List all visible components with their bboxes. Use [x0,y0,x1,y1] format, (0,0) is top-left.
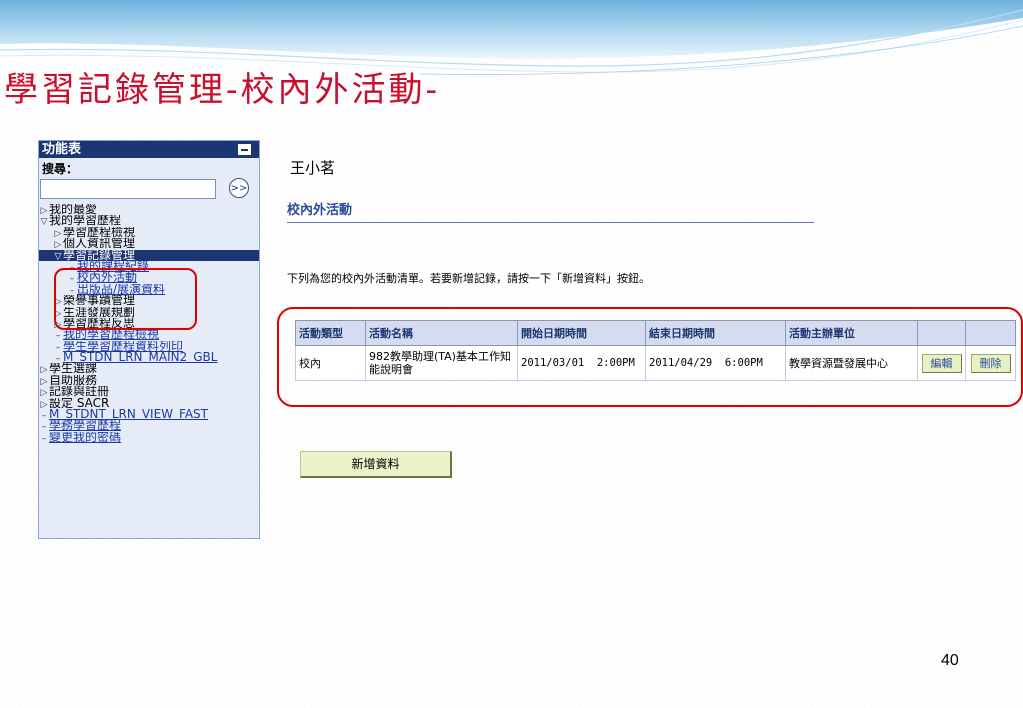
sidebar-item-label: 個人資訊管理 [63,238,136,250]
sidebar-item[interactable]: ▷ 學生選課 [39,363,259,374]
cell-delete: 刪除 [965,345,1016,381]
sidebar-item[interactable]: ▷ 榮譽事蹟管理 [39,295,259,306]
search-row: >> [39,176,259,202]
sidebar-item[interactable]: ▷ 學習歷程反思 [39,318,259,329]
header-start[interactable]: 開始日期時間 [517,320,646,346]
activities-table: 活動類型 活動名稱 開始日期時間 結束日期時間 活動主辦單位 校內 982教學助… [295,320,1016,381]
cell-type: 校內 [295,345,366,381]
sidebar-item-label: 我的最愛 [49,204,98,216]
header-type[interactable]: 活動類型 [295,320,366,346]
sidebar-item-label: 學習記錄管理 [63,249,136,261]
sidebar-item-label: 學習歷程檢視 [63,226,136,239]
dash-icon: – [41,433,47,444]
collapsed-arrow-icon: ▷ [54,297,62,307]
sidebar-item-label: 我的學習歷程檢視 [63,329,160,341]
sidebar-item[interactable]: ▽ 我的學習歷程 [39,215,259,226]
cell-organizer: 教學資源暨發展中心 [785,345,918,381]
sidebar-item[interactable]: – 出版品/展演資料 [39,284,259,295]
delete-button[interactable]: 刪除 [970,353,1011,373]
sidebar-item-label: 出版品/展演資料 [77,283,166,296]
sidebar-item[interactable]: ▷ 學習歷程檢視 [39,227,259,238]
sidebar-item[interactable]: – 我的學習歷程檢視 [39,329,259,340]
dash-icon: – [41,411,47,421]
collapsed-arrow-icon: ▷ [54,240,62,250]
table-row: 校內 982教學助理(TA)基本工作知能說明會 2011/03/01 2:00P… [295,345,1016,381]
sidebar-item-label: 學生學習歷程資料列印 [63,340,184,353]
cell-start: 2011/03/01 2:00PM [517,345,646,381]
dash-icon: – [69,274,75,284]
sidebar-item[interactable]: – M_STDNT_LRN_VIEW_FAST [39,409,259,420]
sidebar-item[interactable]: ▷ 個人資訊管理 [39,238,259,249]
sidebar-item-label: 生涯發展規劃 [63,306,136,318]
expanded-arrow-icon: ▽ [40,217,48,227]
menu-tree: ▷ 我的最愛 ▽ 我的學習歷程 ▷ 學習歷程檢視 ▷ 個人資訊管理 ▽ 學習記錄管理 – 我的課程紀錄… [39,204,259,443]
cell-edit: 編輯 [917,345,966,381]
sidebar-item-label: 自助服務 [49,374,98,387]
sidebar-item[interactable]: ▷ 設定 SACR [39,398,259,409]
sidebar-item[interactable]: ▽ 學習記錄管理 [39,249,259,261]
minimize-icon[interactable] [238,144,251,155]
dash-icon: – [55,354,61,364]
search-go-icon[interactable]: >> [229,178,249,198]
sidebar-item-label: M_STDN_LRN_MAIN2_GBL [63,352,218,364]
header-organizer[interactable]: 活動主辦單位 [785,320,918,346]
instruction-text: 下列為您的校內外活動清單。若要新增記錄，請按一下「新增資料」按鈕。 [287,272,650,285]
sidebar-item[interactable]: – 學生學習歷程資料列印 [39,341,259,352]
sidebar-item-label: 榮譽事蹟管理 [63,295,136,307]
search-label: 搜尋： [42,162,79,176]
section-divider [287,222,814,223]
cell-name: 982教學助理(TA)基本工作知能說明會 [365,345,518,381]
edit-button[interactable]: 編輯 [921,353,962,373]
expanded-arrow-icon: ▽ [54,251,62,261]
sidebar-item-label: 變更我的密碼 [49,431,122,444]
sidebar-item-label: 學習歷程反思 [63,317,136,330]
dash-icon: – [69,285,75,296]
dash-icon: – [41,422,47,432]
header-name[interactable]: 活動名稱 [365,320,518,346]
sidebar-item-label: 學生選課 [49,363,98,375]
dash-icon: – [69,262,75,273]
slide-title: 學習記錄管理-校內外活動- [4,70,440,110]
header-end[interactable]: 結束日期時間 [645,320,786,346]
sidebar-item-label: 我的學習歷程 [49,215,122,227]
search-input[interactable] [40,179,216,199]
menu-header: 功能表 [39,141,259,158]
add-record-button[interactable]: 新增資料 [300,451,452,478]
sidebar-item-label: M_STDNT_LRN_VIEW_FAST [49,409,208,421]
section-title: 校內外活動 [287,203,353,218]
table-header-row: 活動類型 活動名稱 開始日期時間 結束日期時間 活動主辦單位 [295,320,1016,346]
sidebar-item-label: 記錄與註冊 [49,386,110,398]
collapsed-arrow-icon: ▷ [40,365,48,375]
dash-icon: – [55,342,61,353]
sidebar-item[interactable]: ▷ 生涯發展規劃 [39,307,259,318]
sidebar-item[interactable]: – 我的課程紀錄 [39,261,259,272]
sidebar-item[interactable]: ▷ 我的最愛 [39,204,259,215]
sidebar-item-label: 我的課程紀錄 [77,260,150,273]
collapsed-arrow-icon: ▷ [54,228,62,239]
sidebar-item[interactable]: – 校內外活動 [39,272,259,283]
dash-icon: – [55,331,61,341]
cell-end: 2011/04/29 6:00PM [645,345,786,381]
collapsed-arrow-icon: ▷ [40,399,48,410]
collapsed-arrow-icon: ▷ [40,376,48,387]
slide-number: 40 [941,652,959,669]
header-edit [917,320,966,346]
collapsed-arrow-icon: ▷ [40,388,48,398]
header-delete [965,320,1016,346]
collapsed-arrow-icon: ▷ [54,308,62,318]
sidebar-item[interactable]: ▷ 自助服務 [39,375,259,386]
sidebar-item-label: 學務學習歷程 [49,420,122,432]
sidebar-item-label: 校內外活動 [77,272,138,284]
menu-header-label: 功能表 [42,142,82,157]
sidebar-item[interactable]: – 變更我的密碼 [39,432,259,443]
collapsed-arrow-icon: ▷ [40,206,48,216]
sidebar-item[interactable]: – M_STDN_LRN_MAIN2_GBL [39,352,259,363]
sidebar-item-label: 設定 SACR [49,397,110,410]
student-name: 王小茗 [290,159,336,177]
collapsed-arrow-icon: ▷ [54,319,62,330]
sidebar-item[interactable]: – 學務學習歷程 [39,420,259,431]
sidebar-item[interactable]: ▷ 記錄與註冊 [39,386,259,397]
sidebar-menu: 功能表 搜尋： >> ▷ 我的最愛 ▽ 我的學習歷程 ▷ 學習歷程檢視 ▷ 個人資訊管理 ▽ 學習… [38,140,260,539]
